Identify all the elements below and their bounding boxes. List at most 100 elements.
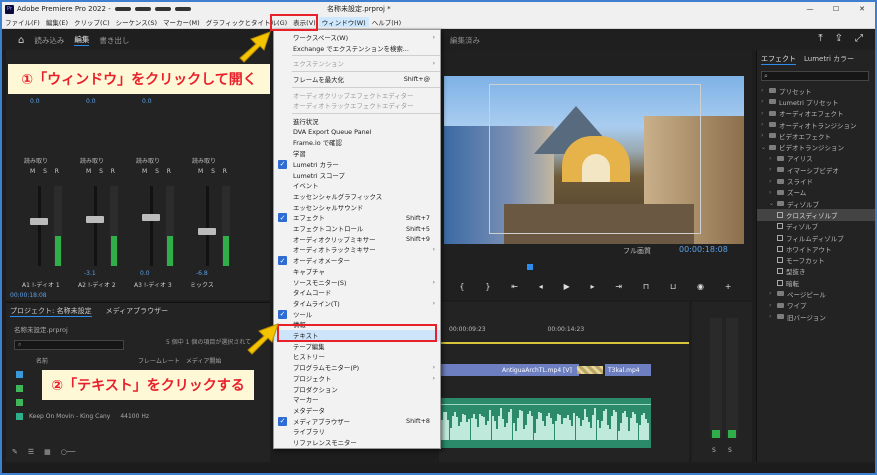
cross-dissolve-transition[interactable] bbox=[577, 366, 603, 374]
window-menu-item[interactable]: キャプチャ bbox=[274, 266, 440, 277]
volume-fader[interactable] bbox=[30, 218, 48, 225]
quick-export-icon[interactable]: ⤒ bbox=[818, 33, 822, 44]
window-menu-item[interactable]: フレームを最大化 Shift+@ bbox=[274, 74, 440, 85]
mute-solo-record[interactable]: M S R bbox=[30, 168, 62, 175]
window-menu-item[interactable]: ✓ ツール bbox=[274, 309, 440, 320]
menu-item[interactable]: ヘルプ(H) bbox=[369, 17, 404, 27]
chevron-right-icon[interactable]: › bbox=[769, 290, 777, 297]
effect-folder[interactable]: › プリセット bbox=[757, 85, 875, 96]
window-menu-item[interactable]: エフェクトコントロール Shift+5 bbox=[274, 223, 440, 234]
window-menu-item[interactable]: ライブラリ bbox=[274, 427, 440, 438]
window-menu-item[interactable]: エッセンシャルサウンド bbox=[274, 202, 440, 213]
col-media-start[interactable]: メディア開始 bbox=[186, 356, 222, 365]
play-icon[interactable]: ▶ bbox=[564, 282, 570, 291]
go-to-out-icon[interactable]: ⇥ bbox=[615, 282, 622, 291]
tab-lumetri-color[interactable]: Lumetri カラー bbox=[804, 54, 854, 65]
workspace-tab-edited[interactable]: 編集済み bbox=[450, 35, 480, 46]
effect-item[interactable]: ディゾルブ bbox=[757, 221, 875, 232]
col-frame-rate[interactable]: フレームレート bbox=[138, 356, 180, 365]
menu-item[interactable]: ファイル(F) bbox=[2, 17, 43, 27]
step-forward-icon[interactable]: ▸ bbox=[591, 282, 595, 291]
window-menu-item[interactable]: Exchange でエクステンションを検索... bbox=[274, 43, 440, 54]
effects-search-input[interactable]: ⌕ bbox=[761, 71, 869, 81]
add-button-icon[interactable]: + bbox=[725, 282, 732, 291]
pencil-icon[interactable]: ✎ bbox=[12, 448, 18, 456]
tab-project[interactable]: プロジェクト: 名称未設定 bbox=[10, 306, 92, 317]
window-menu-item[interactable]: プログラムモニター(P) › bbox=[274, 362, 440, 373]
workspace-tab-import[interactable]: 読み込み bbox=[34, 35, 64, 46]
effect-folder[interactable]: › イマーシブビデオ bbox=[757, 164, 875, 175]
window-menu-item[interactable]: プロダクション bbox=[274, 384, 440, 395]
solo-left-button[interactable]: S bbox=[712, 447, 716, 454]
chevron-right-icon[interactable]: › bbox=[761, 110, 769, 117]
lift-icon[interactable]: ⊓ bbox=[643, 282, 649, 291]
step-back-icon[interactable]: ◂ bbox=[539, 282, 543, 291]
export-frame-icon[interactable]: ◉ bbox=[697, 282, 704, 291]
window-menu-item[interactable]: ヒストリー bbox=[274, 352, 440, 363]
effect-folder[interactable]: › ズーム bbox=[757, 187, 875, 198]
effect-item[interactable]: 暗転 bbox=[757, 277, 875, 288]
tab-effects[interactable]: エフェクト bbox=[761, 54, 796, 65]
window-menu-item[interactable]: タイムライン(T) › bbox=[274, 298, 440, 309]
menu-item[interactable]: クリップ(C) bbox=[71, 17, 113, 27]
window-menu-item[interactable]: オーディオクリップミキサー Shift+9 bbox=[274, 234, 440, 245]
menu-item[interactable]: マーカー(M) bbox=[160, 17, 203, 27]
zoom-slider[interactable]: ○── bbox=[61, 448, 76, 456]
effect-folder[interactable]: › ワイプ bbox=[757, 300, 875, 311]
menu-item[interactable]: シーケンス(S) bbox=[113, 17, 160, 27]
close-button[interactable]: ✕ bbox=[849, 2, 875, 16]
monitor-playhead[interactable] bbox=[527, 264, 533, 270]
effect-item[interactable]: ホワイトアウト bbox=[757, 243, 875, 254]
window-menu-item[interactable]: イベント bbox=[274, 180, 440, 191]
window-menu-item[interactable]: Frame.io で確認 bbox=[274, 138, 440, 149]
window-menu-item[interactable]: テープ編集 bbox=[274, 341, 440, 352]
effect-folder[interactable]: › ページピール bbox=[757, 288, 875, 299]
video-clip-2[interactable]: T3kal.mp4 bbox=[605, 364, 651, 376]
window-menu-item[interactable]: プロジェクト › bbox=[274, 373, 440, 384]
window-menu-item[interactable]: リファレンスモニター bbox=[274, 437, 440, 448]
mute-solo-record[interactable]: M S R bbox=[86, 168, 118, 175]
effect-item[interactable]: フィルムディゾルブ bbox=[757, 232, 875, 243]
effect-item[interactable]: クロスディゾルブ bbox=[757, 209, 875, 221]
automation-mode-select[interactable]: 読み取り bbox=[192, 156, 216, 165]
chevron-right-icon[interactable]: › bbox=[761, 87, 769, 94]
maximize-button[interactable]: ☐ bbox=[823, 2, 849, 16]
chevron-down-icon[interactable]: ⌄ bbox=[761, 144, 769, 151]
window-menu-item[interactable]: タイムコード bbox=[274, 287, 440, 298]
chevron-right-icon[interactable]: › bbox=[769, 302, 777, 309]
chevron-right-icon[interactable]: › bbox=[769, 313, 777, 320]
volume-fader[interactable] bbox=[142, 214, 160, 221]
list-view-icon[interactable]: ☰ bbox=[28, 448, 34, 456]
chevron-right-icon[interactable]: › bbox=[761, 98, 769, 105]
menu-item[interactable]: 編集(E) bbox=[43, 17, 71, 27]
extract-icon[interactable]: ⊔ bbox=[670, 282, 676, 291]
window-menu-item[interactable]: Lumetri スコープ bbox=[274, 170, 440, 181]
window-menu-item[interactable]: ✓ エフェクト Shift+7 bbox=[274, 213, 440, 224]
minimize-button[interactable]: — bbox=[797, 2, 823, 16]
effect-folder[interactable]: › アイリス bbox=[757, 153, 875, 164]
mark-out-icon[interactable]: } bbox=[485, 282, 490, 291]
fullscreen-icon[interactable]: ⤢ bbox=[855, 33, 863, 44]
mute-solo-record[interactable]: M S R bbox=[198, 168, 230, 175]
chevron-down-icon[interactable]: ⌄ bbox=[769, 200, 777, 207]
window-menu-item[interactable]: DVA Export Queue Panel bbox=[274, 127, 440, 138]
window-menu-item[interactable]: メタデータ bbox=[274, 405, 440, 416]
workspace-tab-export[interactable]: 書き出し bbox=[99, 35, 129, 46]
timeline-ruler[interactable]: 00:00:09:23 00:00:14:23 bbox=[449, 326, 644, 333]
effect-folder[interactable]: ⌄ ディゾルブ bbox=[757, 198, 875, 209]
chevron-right-icon[interactable]: › bbox=[769, 178, 777, 185]
home-icon[interactable]: ⌂ bbox=[18, 35, 24, 46]
workspace-tab-edit[interactable]: 編集 bbox=[74, 34, 90, 46]
mute-solo-record[interactable]: M S R bbox=[142, 168, 174, 175]
audio-clip[interactable] bbox=[439, 398, 651, 448]
chevron-right-icon[interactable]: › bbox=[769, 166, 777, 173]
chevron-right-icon[interactable]: › bbox=[761, 132, 769, 139]
volume-line[interactable] bbox=[439, 404, 651, 405]
window-menu-item[interactable]: マーカー bbox=[274, 394, 440, 405]
effect-folder[interactable]: › 旧バージョン bbox=[757, 311, 875, 322]
effect-folder[interactable]: › Lumetri プリセット bbox=[757, 96, 875, 107]
mark-in-icon[interactable]: { bbox=[459, 282, 464, 291]
video-clip-1[interactable]: AntiguaArchTL.mp4 [V] bbox=[439, 364, 579, 376]
automation-mode-select[interactable]: 読み取り bbox=[136, 156, 160, 165]
window-menu-item[interactable]: ワークスペース(W) › bbox=[274, 32, 440, 43]
